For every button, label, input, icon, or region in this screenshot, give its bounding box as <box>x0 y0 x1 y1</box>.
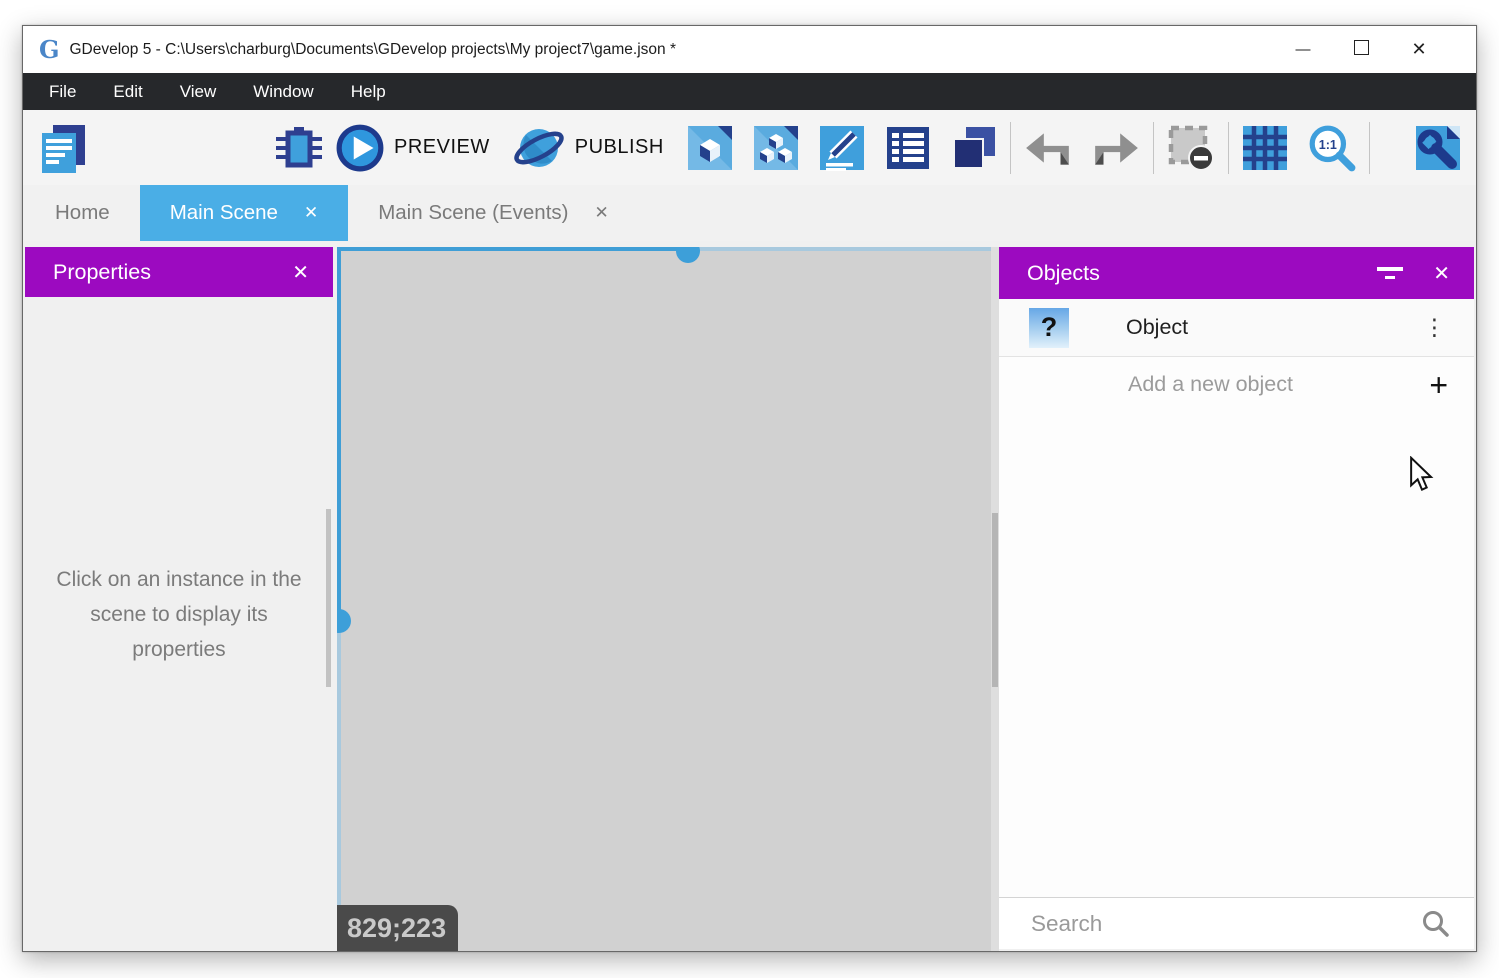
close-button[interactable]: ✕ <box>1390 39 1448 60</box>
redo-arrow-icon <box>1091 125 1141 171</box>
properties-header: Properties ✕ <box>25 247 333 297</box>
object-thumbnail-icon: ? <box>1029 308 1069 348</box>
zoom-original-button[interactable]: 1:1 <box>1307 123 1357 173</box>
properties-body: Click on an instance in the scene to dis… <box>25 297 333 949</box>
properties-empty-message: Click on an instance in the scene to dis… <box>45 562 313 667</box>
tab-label: Main Scene <box>170 201 278 225</box>
menu-file[interactable]: File <box>49 82 76 102</box>
undo-arrow-icon <box>1023 125 1073 171</box>
tab-main-scene[interactable]: Main Scene ✕ <box>140 185 349 241</box>
filter-bar <box>1377 267 1403 271</box>
edit-scene-instances-button[interactable] <box>752 124 800 172</box>
globe-icon <box>512 121 566 175</box>
menu-window[interactable]: Window <box>253 82 313 102</box>
selection-border-left-faded <box>337 621 341 951</box>
project-manager-button[interactable] <box>37 122 89 174</box>
wrench-icon <box>1414 124 1462 172</box>
tab-label: Home <box>55 201 110 225</box>
edit-events-button[interactable] <box>884 124 932 172</box>
maximize-icon <box>1354 40 1369 55</box>
kebab-menu-icon[interactable]: ⋮ <box>1423 314 1446 341</box>
cursor-coordinates-badge: 829;223 <box>337 905 458 951</box>
toolbar-separator <box>1153 122 1154 174</box>
objects-header: Objects ✕ <box>999 247 1474 299</box>
open-settings-button[interactable] <box>1414 124 1462 172</box>
maximize-button[interactable] <box>1332 40 1390 60</box>
close-tab-icon[interactable]: ✕ <box>594 203 608 223</box>
toggle-grid-button[interactable] <box>1241 124 1289 172</box>
mask-icon <box>1166 123 1216 173</box>
objects-search-bar <box>999 897 1474 949</box>
canvas-scrollbar[interactable] <box>992 513 998 687</box>
menu-edit[interactable]: Edit <box>113 82 142 102</box>
search-input[interactable] <box>1031 911 1420 937</box>
menu-bar: File Edit View Window Help <box>23 73 1476 110</box>
resize-handle-top[interactable] <box>676 247 700 263</box>
selection-border-left <box>337 247 341 621</box>
selection-border-top-faded <box>689 247 999 251</box>
zoom-ratio-label: 1:1 <box>1319 138 1337 152</box>
debug-button[interactable] <box>275 124 323 172</box>
undo-button[interactable] <box>1023 125 1073 171</box>
properties-scrollbar[interactable] <box>326 509 331 687</box>
search-icon[interactable] <box>1420 909 1450 939</box>
title-bar: G GDevelop 5 - C:\Users\charburg\Documen… <box>23 26 1476 73</box>
scene-canvas[interactable]: 829;223 <box>337 247 999 951</box>
minimize-button[interactable]: — <box>1274 41 1332 58</box>
tab-main-scene-events[interactable]: Main Scene (Events) ✕ <box>348 185 639 241</box>
cubes-page-icon <box>752 124 800 172</box>
edit-scene-properties-button[interactable] <box>818 124 866 172</box>
toolbar: PREVIEW PUBLISH <box>23 110 1476 185</box>
menu-view[interactable]: View <box>180 82 217 102</box>
plus-icon[interactable]: + <box>1429 369 1448 401</box>
object-list-item[interactable]: ? Object ⋮ <box>999 299 1474 357</box>
bug-icon <box>275 124 323 172</box>
objects-title: Objects <box>1027 261 1100 286</box>
selection-border-top <box>337 247 689 251</box>
preview-button[interactable] <box>335 123 385 173</box>
objects-list: ? Object ⋮ Add a new object + <box>999 299 1474 897</box>
toggle-mask-button[interactable] <box>1166 123 1216 173</box>
tab-home[interactable]: Home <box>25 185 140 241</box>
layers-icon <box>950 124 998 172</box>
toolbar-separator <box>1369 122 1370 174</box>
edit-scene-button[interactable] <box>686 124 734 172</box>
gdevelop-logo-icon: G <box>39 35 60 64</box>
close-icon[interactable]: ✕ <box>1433 261 1450 286</box>
gdevelop-window: G GDevelop 5 - C:\Users\charburg\Documen… <box>22 25 1477 952</box>
desktop: G GDevelop 5 - C:\Users\charburg\Documen… <box>0 0 1499 978</box>
filter-icon[interactable] <box>1377 267 1403 279</box>
redo-button[interactable] <box>1091 125 1141 171</box>
properties-title: Properties <box>53 260 151 285</box>
toolbar-separator <box>1228 122 1229 174</box>
open-layers-button[interactable] <box>950 124 998 172</box>
list-icon <box>884 124 932 172</box>
preview-label[interactable]: PREVIEW <box>394 136 490 159</box>
object-name: Object <box>1126 315 1188 340</box>
pencil-page-icon <box>818 124 866 172</box>
play-icon <box>335 123 385 173</box>
menu-help[interactable]: Help <box>351 82 386 102</box>
close-icon[interactable]: ✕ <box>292 260 309 285</box>
toolbar-separator <box>1010 122 1011 174</box>
properties-panel: Properties ✕ Click on an instance in the… <box>25 247 333 949</box>
window-title: GDevelop 5 - C:\Users\charburg\Documents… <box>70 41 676 59</box>
publish-label[interactable]: PUBLISH <box>575 136 664 159</box>
editor-tabs: Home Main Scene ✕ Main Scene (Events) ✕ <box>23 185 1476 241</box>
add-object-label: Add a new object <box>1128 372 1293 397</box>
add-object-row[interactable]: Add a new object + <box>999 357 1474 412</box>
zoom-1-1-icon: 1:1 <box>1307 123 1357 173</box>
main-area: Properties ✕ Click on an instance in the… <box>23 241 1476 951</box>
close-tab-icon[interactable]: ✕ <box>304 203 318 223</box>
objects-panel: Objects ✕ ? Object ⋮ Add a new object <box>999 247 1474 949</box>
window-controls: — ✕ <box>1274 39 1448 60</box>
publish-button[interactable] <box>512 121 566 175</box>
filter-bar <box>1385 276 1395 280</box>
tab-label: Main Scene (Events) <box>378 201 568 225</box>
resize-handle-left[interactable] <box>337 609 351 633</box>
cube-page-icon <box>686 124 734 172</box>
grid-icon <box>1241 124 1289 172</box>
pages-icon <box>37 122 89 174</box>
